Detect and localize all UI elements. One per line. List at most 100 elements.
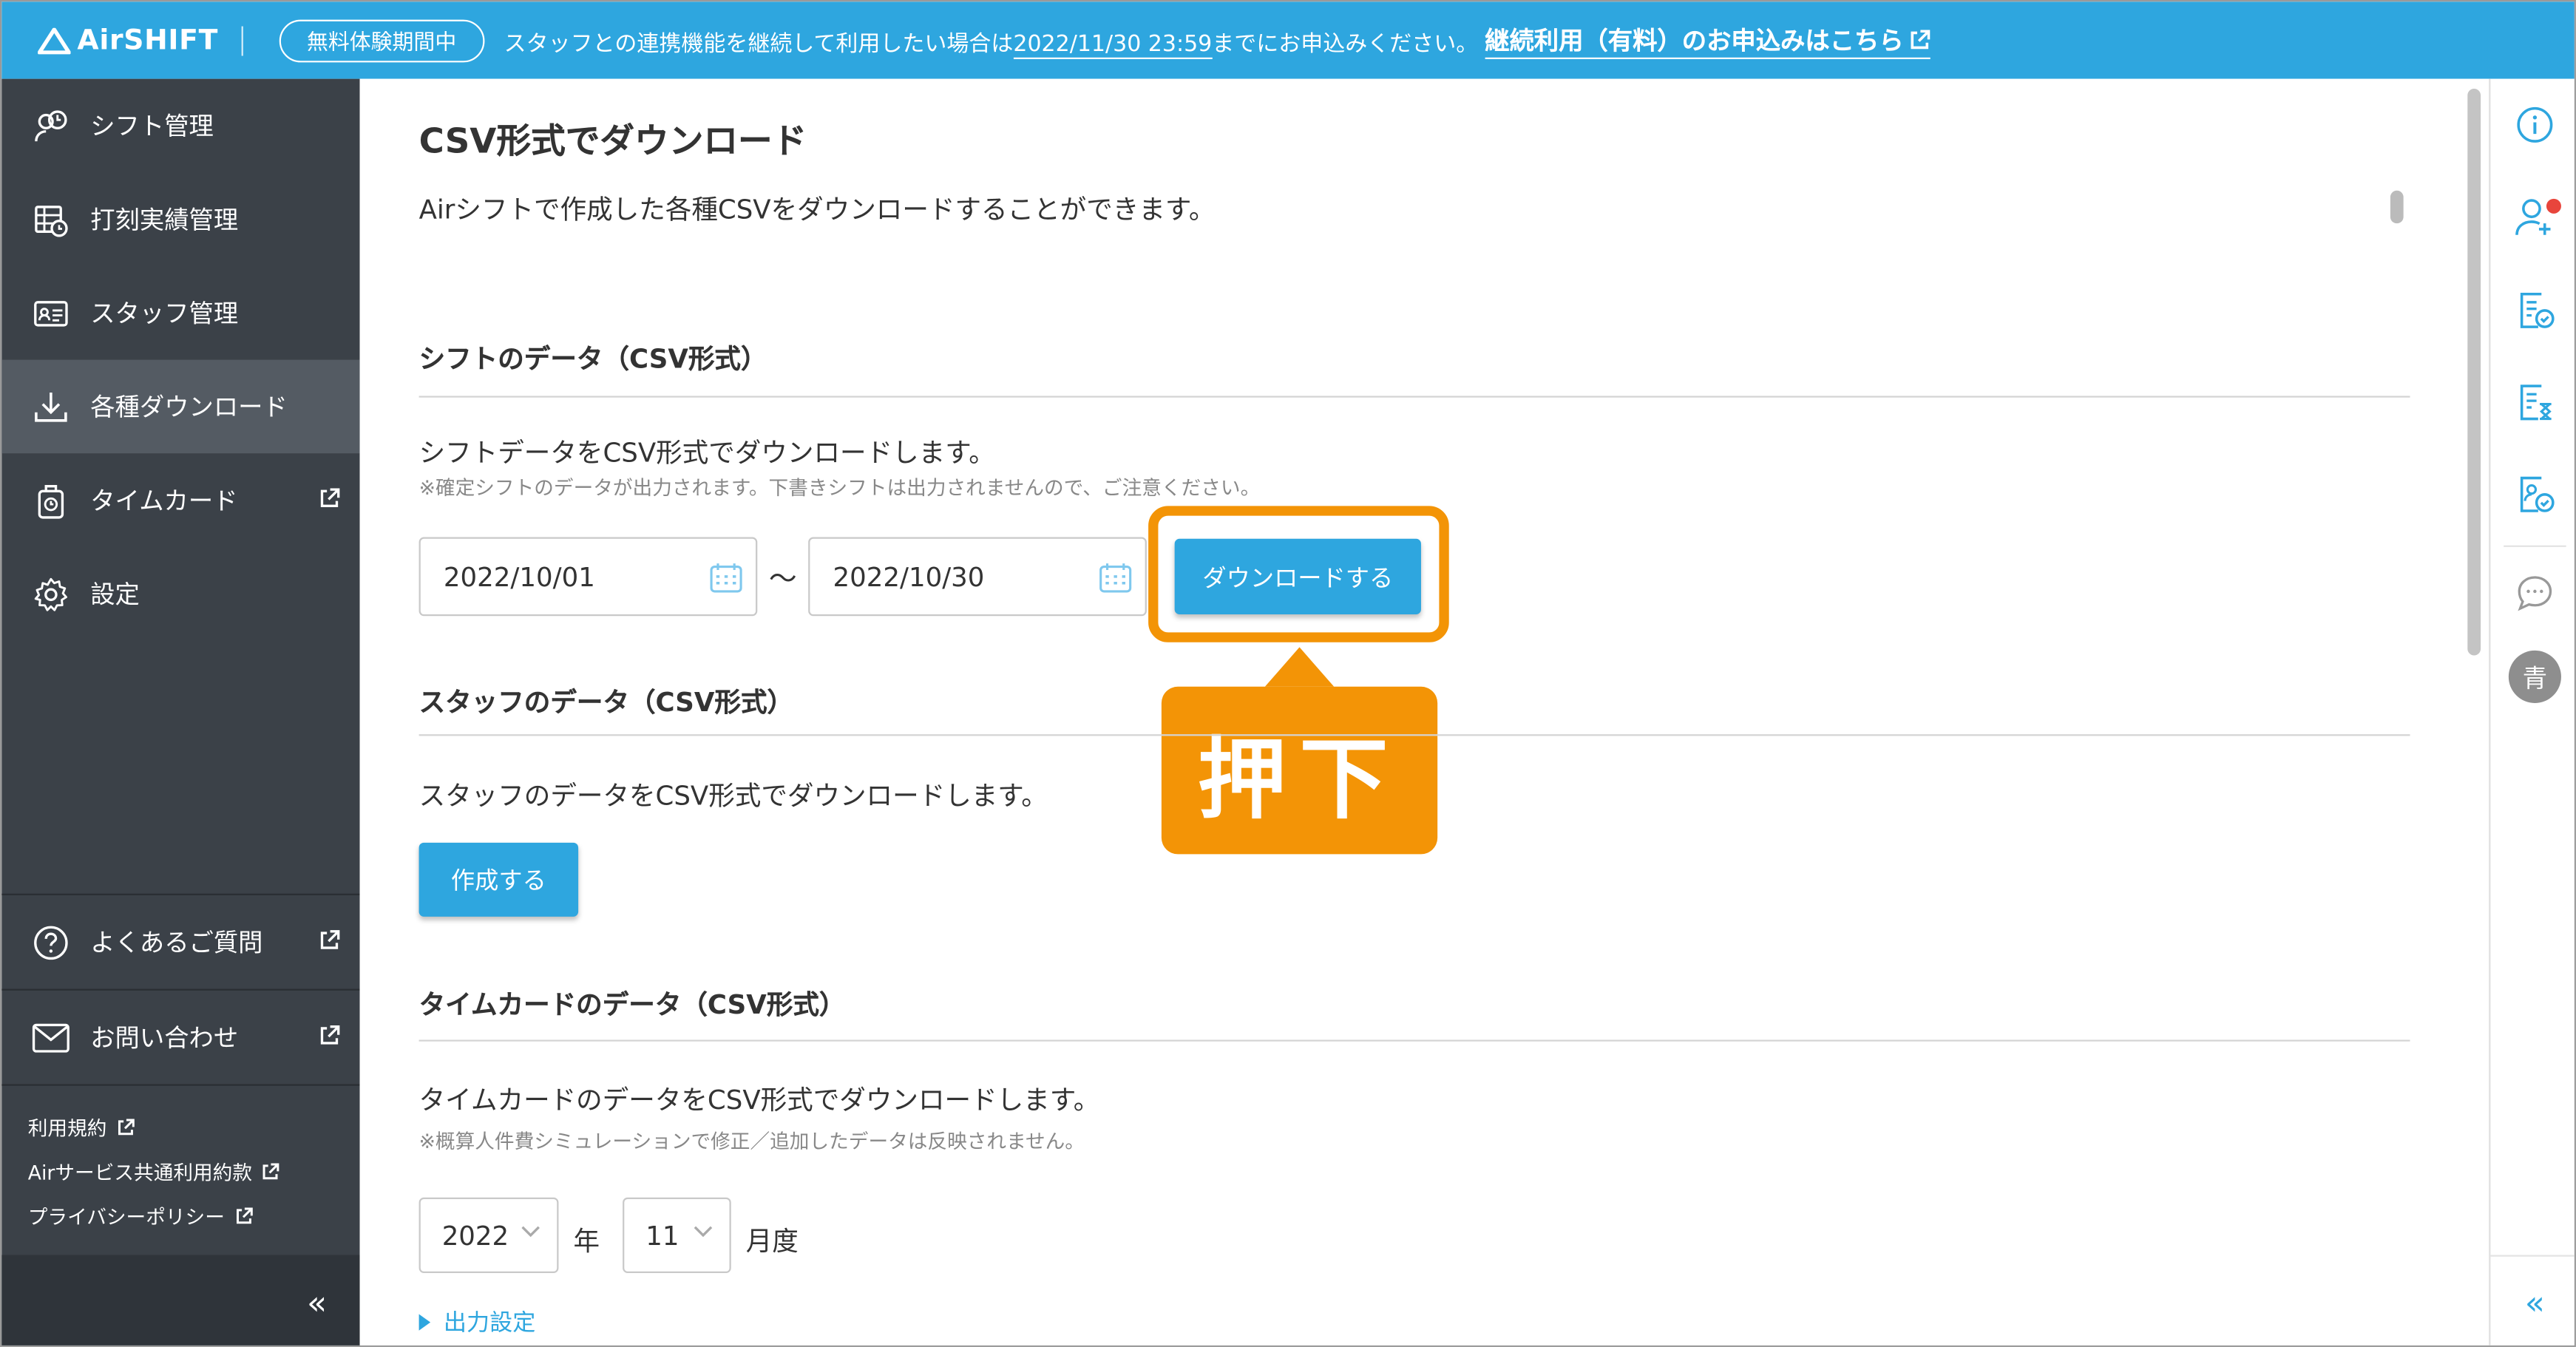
sidebar-item-settings[interactable]: 設定: [1, 547, 359, 641]
staff-create-button[interactable]: 作成する: [418, 842, 579, 917]
shift-section-description: シフトデータをCSV形式でダウンロードします。: [418, 437, 995, 469]
calendar-icon: [710, 563, 742, 593]
timecard-section-title: タイムカードのデータ（CSV形式）: [418, 988, 846, 1020]
divider: [418, 1039, 2410, 1042]
page-scrollbar[interactable]: [2459, 78, 2489, 1346]
banner-deadline: 2022/11/30 23:59: [1013, 30, 1213, 58]
output-settings-label: 出力設定: [443, 1311, 536, 1337]
document-person-check-icon: [2520, 476, 2555, 512]
shift-icon: [31, 106, 70, 145]
sidebar-item-timecard[interactable]: タイムカード: [1, 453, 359, 547]
legal-links: 利用規約 Airサービス共通利用約款 プライバシーポリシー: [1, 1086, 359, 1239]
sidebar-item-label: 各種ダウンロード: [90, 393, 288, 423]
click-highlight-frame: [1148, 506, 1449, 642]
user-avatar-button[interactable]: 青: [2490, 631, 2574, 722]
external-link-icon: [1911, 29, 1930, 49]
app-logo[interactable]: AirSHIFT: [38, 24, 219, 57]
staff-section-description: スタッフのデータをCSV形式でダウンロードします。: [418, 780, 1048, 812]
end-date-input[interactable]: 2022/10/30: [808, 537, 1147, 617]
year-select[interactable]: 2022: [418, 1197, 559, 1273]
shift-section-note: ※確定シフトのデータが出力されます。下書きシフトは出力されませんので、ご注意くだ…: [418, 476, 1261, 500]
sidebar-item-faq[interactable]: よくあるご質問: [1, 895, 359, 989]
sidebar-item-label: 打刻実績管理: [90, 205, 239, 235]
download-icon: [31, 387, 70, 426]
privacy-policy-link-label: プライバシーポリシー: [27, 1205, 225, 1229]
info-icon: [2517, 106, 2553, 143]
sidebar-collapse-button[interactable]: «: [1, 1255, 360, 1346]
document-check-icon: [2520, 292, 2555, 328]
common-terms-link-label: Airサービス共通利用約款: [27, 1161, 253, 1184]
question-icon: [31, 923, 70, 962]
chevron-down-icon: [694, 1226, 713, 1238]
continue-subscription-link[interactable]: 継続利用（有料）のお申込みはこちら: [1485, 22, 1931, 58]
inner-scrollbar[interactable]: [2390, 190, 2404, 224]
triangle-right-icon: [418, 1314, 431, 1331]
continue-subscription-label: 継続利用（有料）のお申込みはこちら: [1485, 25, 1904, 55]
shift-request-button[interactable]: [2490, 263, 2574, 355]
sidebar-item-contact[interactable]: お問い合わせ: [1, 991, 359, 1085]
external-link-icon: [236, 1207, 253, 1224]
external-link-icon: [118, 1119, 135, 1136]
rail-collapse-button[interactable]: «: [2490, 1255, 2575, 1346]
approval-button[interactable]: [2490, 447, 2574, 538]
sidebar-item-shift[interactable]: シフト管理: [1, 79, 359, 173]
sidebar-item-label: シフト管理: [90, 112, 214, 142]
chevron-down-icon: [521, 1226, 540, 1238]
external-link-icon: [320, 488, 340, 508]
right-rail: 青 «: [2489, 78, 2575, 1346]
info-button[interactable]: [2490, 79, 2574, 171]
external-link-icon: [320, 930, 340, 949]
terms-link-label: 利用規約: [27, 1116, 107, 1140]
external-link-icon: [320, 1025, 340, 1045]
shift-section-title: シフトのデータ（CSV形式）: [418, 343, 767, 375]
month-select[interactable]: 11: [623, 1197, 731, 1273]
notification-dot: [2546, 198, 2561, 214]
end-date-value: 2022/10/30: [833, 560, 985, 592]
double-chevron-left-icon: «: [306, 1282, 328, 1322]
sidebar-item-downloads[interactable]: 各種ダウンロード: [1, 359, 360, 454]
divider: [418, 396, 2410, 398]
scrollbar-thumb[interactable]: [2467, 88, 2481, 656]
gear-icon: [31, 574, 70, 614]
chat-button[interactable]: [2490, 547, 2574, 639]
year-select-value: 2022: [441, 1219, 509, 1251]
timecard-icon: [31, 481, 70, 520]
banner-message-after: までにお申込みください。: [1212, 30, 1479, 57]
page-description: Airシフトで作成した各種CSVをダウンロードすることができます。: [418, 194, 1216, 225]
sidebar-item-staff[interactable]: スタッフ管理: [1, 266, 359, 360]
clock-record-icon: [31, 200, 70, 239]
add-staff-button[interactable]: [2490, 171, 2574, 262]
callout-pointer: [1264, 647, 1335, 687]
terms-link[interactable]: 利用規約: [28, 1105, 360, 1150]
date-range-separator: 〜: [768, 563, 797, 597]
start-date-value: 2022/10/01: [443, 560, 595, 592]
chat-bubble-icon: [2518, 576, 2552, 611]
pending-request-button[interactable]: [2490, 355, 2574, 447]
airshift-logo-icon: [38, 27, 71, 54]
sidebar-item-label: 設定: [90, 580, 140, 610]
divider: [418, 734, 2410, 736]
logo-divider: [241, 25, 243, 55]
common-terms-link[interactable]: Airサービス共通利用約款: [28, 1150, 360, 1194]
avatar: 青: [2508, 650, 2561, 703]
output-settings-toggle[interactable]: 出力設定: [418, 1306, 536, 1338]
app-logo-text: AirSHIFT: [77, 24, 219, 57]
staff-card-icon: [31, 294, 70, 333]
sidebar: シフト管理 打刻実績管理 スタッフ管理 各種ダウンロード タイムカード 設定 よ…: [1, 78, 360, 1346]
main-content: CSV形式でダウンロード Airシフトで作成した各種CSVをダウンロードすること…: [359, 78, 2460, 1346]
sidebar-item-clock-records[interactable]: 打刻実績管理: [1, 172, 359, 266]
app-window: AirSHIFT 無料体験期間中 スタッフとの連携機能を継続して利用したい場合は…: [0, 0, 2576, 1347]
sidebar-item-label: スタッフ管理: [90, 299, 239, 329]
sidebar-item-label: よくあるご質問: [90, 928, 263, 958]
click-callout: 押下: [1161, 686, 1438, 855]
double-chevron-left-icon: «: [2524, 1283, 2546, 1323]
banner-message: スタッフとの連携機能を継続して利用したい場合は2022/11/30 23:59ま…: [504, 24, 1479, 58]
month-select-value: 11: [645, 1219, 679, 1251]
start-date-input[interactable]: 2022/10/01: [418, 537, 758, 617]
mail-icon: [31, 1017, 70, 1056]
privacy-policy-link[interactable]: プライバシーポリシー: [28, 1194, 360, 1238]
staff-section-title: スタッフのデータ（CSV形式）: [418, 686, 794, 718]
banner-message-before: スタッフとの連携機能を継続して利用したい場合は: [504, 30, 1014, 57]
trial-badge: 無料体験期間中: [279, 18, 485, 62]
year-unit-label: 年: [573, 1225, 600, 1257]
